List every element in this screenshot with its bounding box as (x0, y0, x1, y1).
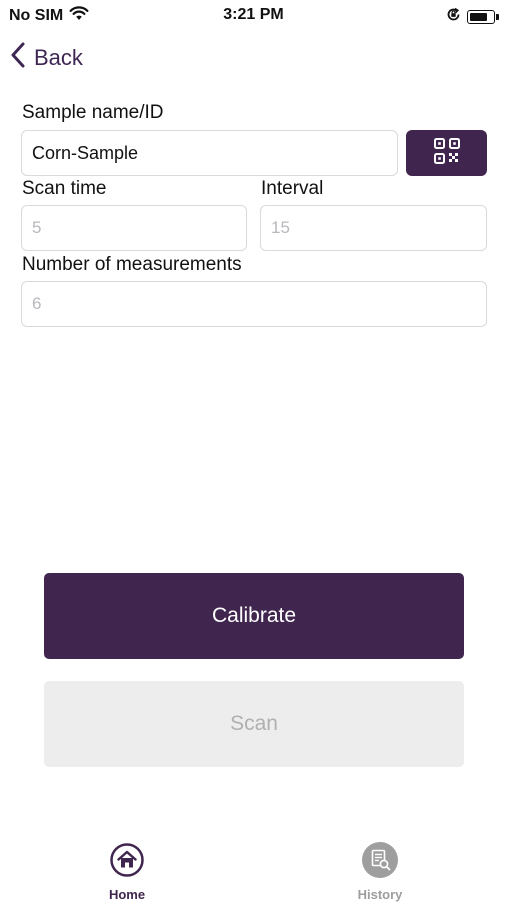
interval-input[interactable]: 15 (260, 205, 487, 251)
interval-placeholder: 15 (271, 218, 290, 237)
tab-bar: Home History (0, 830, 507, 902)
qr-scan-button[interactable] (406, 130, 487, 176)
chevron-left-icon (10, 42, 26, 74)
sample-name-input[interactable]: Corn-Sample (21, 130, 398, 176)
scan-label: Scan (230, 712, 278, 735)
status-time: 3:21 PM (223, 6, 284, 23)
calibrate-button[interactable]: Calibrate (44, 573, 464, 659)
scan-time-input[interactable]: 5 (21, 205, 247, 251)
tab-history[interactable]: History (320, 842, 440, 902)
measurements-input[interactable]: 6 (21, 281, 487, 327)
status-bar: No SIM 3:21 PM (0, 0, 507, 32)
sample-name-label: Sample name/ID (22, 102, 164, 123)
orientation-lock-icon (446, 7, 461, 27)
scan-time-placeholder: 5 (32, 218, 42, 237)
status-right (446, 7, 499, 27)
interval-label: Interval (261, 178, 324, 199)
sample-name-value: Corn-Sample (32, 142, 139, 163)
scan-time-label: Scan time (22, 178, 107, 199)
tab-home[interactable]: Home (67, 842, 187, 902)
battery-icon (467, 10, 499, 24)
history-icon (362, 842, 398, 883)
back-label: Back (34, 45, 83, 70)
calibrate-label: Calibrate (211, 604, 297, 627)
qr-code-icon (433, 137, 461, 170)
back-button[interactable]: Back (10, 42, 83, 74)
scan-button[interactable]: Scan (44, 681, 464, 767)
measurements-label: Number of measurements (22, 254, 242, 275)
home-icon (109, 842, 145, 883)
measurements-placeholder: 6 (32, 294, 42, 313)
